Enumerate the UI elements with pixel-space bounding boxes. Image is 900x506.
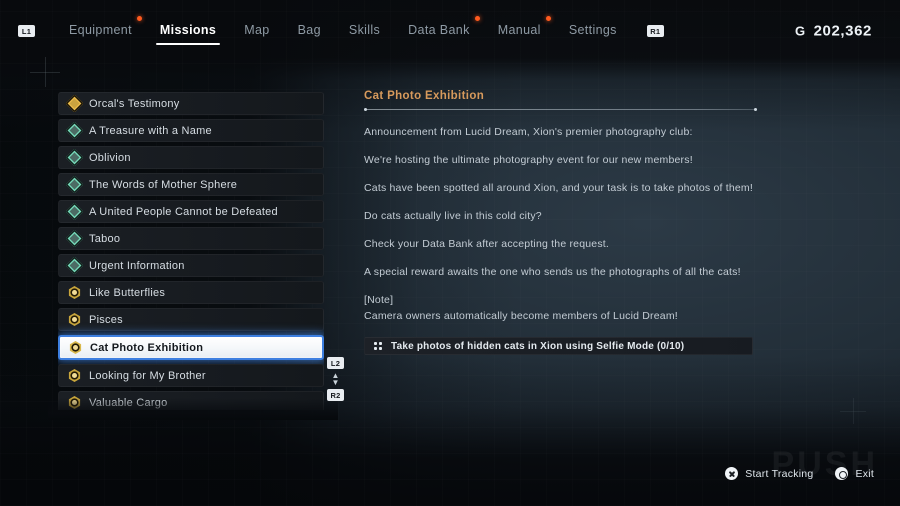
mission-label: Pisces	[89, 313, 123, 326]
hex-gold-icon	[68, 369, 81, 382]
tab-label: Bag	[297, 23, 321, 37]
mission-detail-panel: Cat Photo Exhibition Announcement from L…	[364, 90, 764, 355]
tab-label: Equipment	[69, 23, 132, 37]
mission-row[interactable]: A Treasure with a Name	[58, 119, 324, 142]
note-header: [Note]	[364, 294, 394, 306]
mission-row[interactable]: Oblivion	[58, 146, 324, 169]
mission-row[interactable]: Orcal's Testimony	[58, 92, 324, 115]
game-menu-screen: L1 Equipment Missions Map Bag Skills Dat…	[0, 0, 900, 506]
currency-display: G 202,362	[795, 23, 872, 40]
tab-label: Manual	[497, 23, 541, 37]
mission-row[interactable]: Like Butterflies	[58, 281, 324, 304]
currency-amount: 202,362	[813, 22, 872, 40]
tab-bag[interactable]: Bag	[284, 17, 335, 45]
start-tracking-button[interactable]: Start Tracking	[725, 467, 813, 480]
diamond-teal-icon	[65, 148, 84, 167]
mission-row[interactable]: Pisces	[58, 308, 324, 331]
description-paragraph: Check your Data Bank after accepting the…	[364, 238, 610, 250]
hex-gold-icon	[68, 313, 81, 326]
top-navigation-bar: L1 Equipment Missions Map Bag Skills Dat…	[0, 0, 900, 62]
circle-button-icon	[835, 467, 849, 480]
diamond-teal-icon	[65, 256, 84, 275]
mission-label: Cat Photo Exhibition	[90, 341, 204, 354]
exit-button[interactable]: Exit	[835, 467, 874, 480]
description-paragraph: Cats have been spotted all around Xion, …	[364, 182, 753, 194]
action-label: Start Tracking	[745, 467, 814, 480]
mission-row-selected[interactable]: Cat Photo Exhibition	[58, 335, 324, 360]
currency-symbol: G	[794, 23, 806, 39]
r1-button-icon[interactable]: R1	[646, 25, 664, 37]
l2-button-icon[interactable]: L2	[327, 357, 344, 369]
tab-label: Skills	[348, 23, 381, 37]
cross-button-icon	[725, 467, 739, 480]
mission-objective-bar: Take photos of hidden cats in Xion using…	[364, 337, 753, 355]
hex-gold-icon	[68, 286, 81, 299]
description-paragraph: Do cats actually live in this cold city?	[364, 210, 542, 222]
l1-button-icon[interactable]: L1	[18, 25, 35, 37]
tab-missions[interactable]: Missions	[146, 17, 230, 45]
mission-row[interactable]: Looking for My Brother	[58, 364, 324, 387]
mission-label: Urgent Information	[89, 259, 185, 272]
mission-label: Looking for My Brother	[89, 369, 206, 382]
diamond-teal-icon	[65, 229, 84, 248]
action-button-bar: Start Tracking Exit	[725, 467, 874, 480]
tab-map[interactable]: Map	[230, 17, 283, 45]
detail-divider	[364, 108, 757, 111]
diamond-teal-icon	[65, 121, 84, 140]
mission-row[interactable]: Valuable Cargo	[58, 391, 324, 410]
notification-dot-icon	[474, 16, 480, 21]
note-body: Camera owners automatically become membe…	[364, 310, 678, 322]
description-paragraph: Announcement from Lucid Dream, Xion's pr…	[364, 126, 693, 138]
action-label: Exit	[855, 467, 874, 480]
mission-row[interactable]: Urgent Information	[58, 254, 324, 277]
mission-detail-title: Cat Photo Exhibition	[364, 90, 485, 102]
scroll-arrows-icon: ▲ ▼	[331, 371, 340, 387]
mission-list[interactable]: Orcal's Testimony A Treasure with a Name O…	[58, 92, 324, 410]
mission-label: A United People Cannot be Defeated	[89, 205, 278, 218]
mission-row[interactable]: A United People Cannot be Defeated	[58, 200, 324, 223]
divider-cap-right-icon	[754, 108, 757, 111]
hex-gold-icon	[68, 396, 81, 409]
diamond-teal-icon	[65, 175, 84, 194]
diamond-gold-icon	[65, 94, 84, 113]
mission-label: Like Butterflies	[89, 286, 166, 299]
mission-label: Orcal's Testimony	[89, 97, 180, 110]
mission-label: Taboo	[89, 232, 121, 245]
tab-label: Settings	[568, 23, 617, 37]
objective-dots-icon	[374, 342, 382, 350]
tab-skills[interactable]: Skills	[335, 17, 394, 45]
divider-cap-left-icon	[364, 108, 367, 111]
mission-label: A Treasure with a Name	[89, 124, 212, 137]
description-paragraph: We're hosting the ultimate photography e…	[364, 154, 693, 166]
notification-dot-icon	[136, 16, 142, 21]
mission-description: Announcement from Lucid Dream, Xion's pr…	[364, 125, 764, 323]
mission-list-scroll-hint: L2 ▲ ▼ R2	[327, 357, 344, 401]
hex-gold-icon	[69, 341, 82, 354]
description-paragraph: A special reward awaits the one who send…	[364, 266, 741, 278]
diamond-teal-icon	[65, 202, 84, 221]
tab-data-bank[interactable]: Data Bank	[394, 16, 484, 45]
mission-label: The Words of Mother Sphere	[89, 178, 238, 191]
r2-button-icon[interactable]: R2	[327, 389, 344, 401]
mission-label: Valuable Cargo	[89, 396, 168, 409]
tab-manual[interactable]: Manual	[484, 16, 555, 45]
tab-label: Data Bank	[408, 23, 470, 37]
mission-row[interactable]: Taboo	[58, 227, 324, 250]
tab-label: Map	[244, 23, 270, 37]
decorative-crosshair	[840, 398, 866, 424]
nav-tab-list: Equipment Missions Map Bag Skills Data B…	[55, 16, 664, 45]
notification-dot-icon	[545, 16, 551, 21]
tab-settings[interactable]: Settings	[555, 17, 631, 45]
mission-row[interactable]: The Words of Mother Sphere	[58, 173, 324, 196]
tab-label: Missions	[159, 23, 217, 37]
active-tab-underline	[155, 43, 221, 45]
mission-label: Oblivion	[89, 151, 131, 164]
objective-text: Take photos of hidden cats in Xion using…	[391, 340, 685, 352]
tab-equipment[interactable]: Equipment	[55, 16, 146, 45]
